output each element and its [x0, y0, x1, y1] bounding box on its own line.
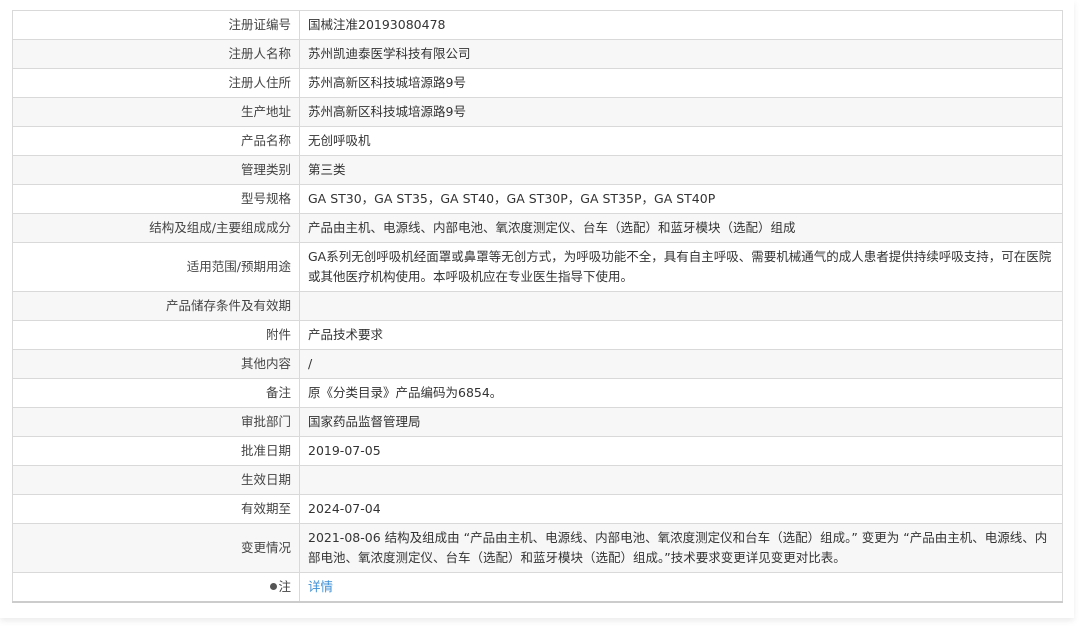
field-value: 国械注准20193080478	[299, 10, 1063, 40]
field-label: 备注	[12, 378, 300, 408]
field-label: 注册人住所	[12, 68, 300, 98]
table-row: 注册证编号 国械注准20193080478	[12, 10, 1063, 40]
table-row: 备注 原《分类目录》产品编码为6854。	[12, 378, 1063, 408]
registration-table: 注册证编号 国械注准20193080478 注册人名称 苏州凯迪泰医学科技有限公司 注册…	[12, 10, 1063, 603]
field-label: 变更情况	[12, 523, 300, 573]
table-row: 注册人名称 苏州凯迪泰医学科技有限公司	[12, 39, 1063, 69]
field-label: 审批部门	[12, 407, 300, 437]
table-row: 生效日期	[12, 465, 1063, 495]
table-row: 型号规格 GA ST30，GA ST35，GA ST40，GA ST30P，GA …	[12, 184, 1063, 214]
field-value: GA ST30，GA ST35，GA ST40，GA ST30P，GA ST35…	[299, 184, 1063, 214]
field-value	[299, 291, 1063, 321]
field-label: 注册人名称	[12, 39, 300, 69]
note-label-text: 注	[278, 579, 291, 594]
pin-icon	[270, 583, 278, 590]
field-label: 管理类别	[12, 155, 300, 185]
field-value: 2024-07-04	[299, 494, 1063, 524]
field-value: 产品由主机、电源线、内部电池、氧浓度测定仪、台车（选配）和蓝牙模块（选配）组成	[299, 213, 1063, 243]
table-row: 适用范围/预期用途 GA系列无创呼吸机经面罩或鼻罩等无创方式，为呼吸功能不全，具有…	[12, 242, 1063, 292]
field-value: 2021-08-06 结构及组成由 “产品由主机、电源线、内部电池、氧浓度测定仪…	[299, 523, 1063, 573]
field-value: 苏州高新区科技城培源路9号	[299, 68, 1063, 98]
field-label: 产品名称	[12, 126, 300, 156]
field-label: 注册证编号	[12, 10, 300, 40]
field-label: 批准日期	[12, 436, 300, 466]
field-value: /	[299, 349, 1063, 379]
field-value: 无创呼吸机	[299, 126, 1063, 156]
field-value: 第三类	[299, 155, 1063, 185]
field-value: GA系列无创呼吸机经面罩或鼻罩等无创方式，为呼吸功能不全，具有自主呼吸、需要机械…	[299, 242, 1063, 292]
field-label: 型号规格	[12, 184, 300, 214]
table-row: 产品名称 无创呼吸机	[12, 126, 1063, 156]
field-value: 产品技术要求	[299, 320, 1063, 350]
table-row: 变更情况 2021-08-06 结构及组成由 “产品由主机、电源线、内部电池、氧浓…	[12, 523, 1063, 573]
field-label: 生效日期	[12, 465, 300, 495]
note-label: 注	[12, 572, 300, 603]
field-label: 有效期至	[12, 494, 300, 524]
field-value: 原《分类目录》产品编码为6854。	[299, 378, 1063, 408]
field-label: 附件	[12, 320, 300, 350]
table-row: 其他内容 /	[12, 349, 1063, 379]
table-row: 生产地址 苏州高新区科技城培源路9号	[12, 97, 1063, 127]
field-value: 国家药品监督管理局	[299, 407, 1063, 437]
field-label: 适用范围/预期用途	[12, 242, 300, 292]
field-value: 苏州高新区科技城培源路9号	[299, 97, 1063, 127]
registration-detail-panel: 注册证编号 国械注准20193080478 注册人名称 苏州凯迪泰医学科技有限公司 注册…	[0, 0, 1074, 618]
field-value	[299, 465, 1063, 495]
field-label: 结构及组成/主要组成成分	[12, 213, 300, 243]
table-row: 审批部门 国家药品监督管理局	[12, 407, 1063, 437]
table-row: 注册人住所 苏州高新区科技城培源路9号	[12, 68, 1063, 98]
field-label: 其他内容	[12, 349, 300, 379]
table-row: 结构及组成/主要组成成分 产品由主机、电源线、内部电池、氧浓度测定仪、台车（选配）…	[12, 213, 1063, 243]
table-row: 管理类别 第三类	[12, 155, 1063, 185]
field-value: 2019-07-05	[299, 436, 1063, 466]
table-row: 有效期至 2024-07-04	[12, 494, 1063, 524]
field-value: 苏州凯迪泰医学科技有限公司	[299, 39, 1063, 69]
table-row: 批准日期 2019-07-05	[12, 436, 1063, 466]
field-label: 产品储存条件及有效期	[12, 291, 300, 321]
table-row: 注 详情	[12, 572, 1063, 603]
details-link[interactable]: 详情	[308, 579, 333, 594]
table-row: 产品储存条件及有效期	[12, 291, 1063, 321]
table-row: 附件 产品技术要求	[12, 320, 1063, 350]
field-label: 生产地址	[12, 97, 300, 127]
